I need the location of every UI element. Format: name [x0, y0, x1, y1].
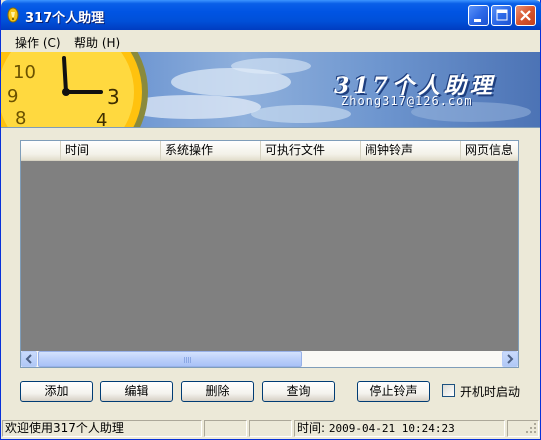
close-button[interactable]: [515, 5, 536, 26]
clock-number-4: 4: [96, 110, 107, 128]
clock-icon: 10 9 8 3 4: [1, 52, 148, 128]
status-time: 时间: 2009-04-21 10:24:23: [294, 420, 505, 437]
maximize-icon: [496, 9, 508, 21]
window-title: 317个人助理: [25, 11, 105, 26]
maximize-button[interactable]: [491, 5, 512, 26]
status-bar: 欢迎使用317个人助理 时间: 2009-04-21 10:24:23: [1, 418, 540, 438]
edit-button[interactable]: 编辑: [100, 381, 173, 402]
delete-button[interactable]: 删除: [181, 381, 254, 402]
menu-bar: 操作 (C) 帮助 (H): [1, 30, 540, 52]
clock-number-10: 10: [13, 62, 36, 83]
status-welcome: 欢迎使用317个人助理: [2, 420, 202, 437]
column-header-executable[interactable]: 可执行文件: [261, 141, 361, 160]
status-pane-2: [204, 420, 247, 437]
status-time-label: 时间:: [297, 421, 326, 435]
banner-email: Zhong317@126.com: [341, 94, 473, 108]
scroll-thumb[interactable]: [38, 351, 302, 367]
menu-operation-label: 操作: [15, 36, 40, 50]
clock-number-8: 8: [15, 108, 26, 128]
column-header-alarm-sound[interactable]: 闹钟铃声: [361, 141, 461, 160]
query-button[interactable]: 查询: [262, 381, 335, 402]
scroll-grip-icon: [184, 357, 192, 363]
clock-number-9: 9: [7, 86, 18, 107]
add-button[interactable]: 添加: [20, 381, 93, 402]
clock-number-3: 3: [107, 85, 120, 109]
chevron-left-icon: [25, 354, 32, 364]
autostart-checkbox[interactable]: [442, 384, 455, 397]
title-bar[interactable]: 317个人助理: [1, 0, 541, 30]
status-time-value: 2009-04-21 10:24:23: [328, 422, 455, 435]
scroll-left-button[interactable]: [21, 351, 37, 367]
column-header-system-op[interactable]: 系统操作: [161, 141, 261, 160]
chevron-right-icon: [507, 354, 514, 364]
minimize-button[interactable]: [468, 5, 489, 26]
menu-operation[interactable]: 操作 (C): [15, 34, 61, 51]
status-pane-3: [249, 420, 292, 437]
column-header-webpage[interactable]: 网页信息: [461, 141, 518, 160]
column-header-time[interactable]: 时间: [61, 141, 161, 160]
horizontal-scrollbar[interactable]: [21, 351, 518, 367]
app-icon: [7, 7, 19, 23]
close-icon: [520, 10, 531, 21]
scroll-right-button[interactable]: [502, 351, 518, 367]
column-header-blank[interactable]: [21, 141, 61, 160]
stop-ring-button[interactable]: 停止铃声: [357, 381, 430, 402]
menu-help[interactable]: 帮助 (H): [74, 34, 120, 51]
autostart-label[interactable]: 开机时启动: [460, 383, 520, 400]
menu-help-label: 帮助: [74, 36, 99, 50]
banner: 10 9 8 3 4 317个人助理 Zhong317@126.com: [1, 52, 540, 128]
resize-grip-icon[interactable]: [525, 422, 537, 434]
list-header: 时间 系统操作 可执行文件 闹钟铃声 网页信息: [21, 141, 518, 161]
minimize-icon: [474, 19, 481, 22]
task-list[interactable]: 时间 系统操作 可执行文件 闹钟铃声 网页信息: [20, 140, 519, 368]
menu-help-accel: (H): [101, 36, 121, 50]
main-window: 317个人助理 操作 (C) 帮助 (H) 10 9 8 3 4 317个人助理…: [0, 0, 541, 440]
menu-operation-accel: (C): [42, 36, 61, 50]
